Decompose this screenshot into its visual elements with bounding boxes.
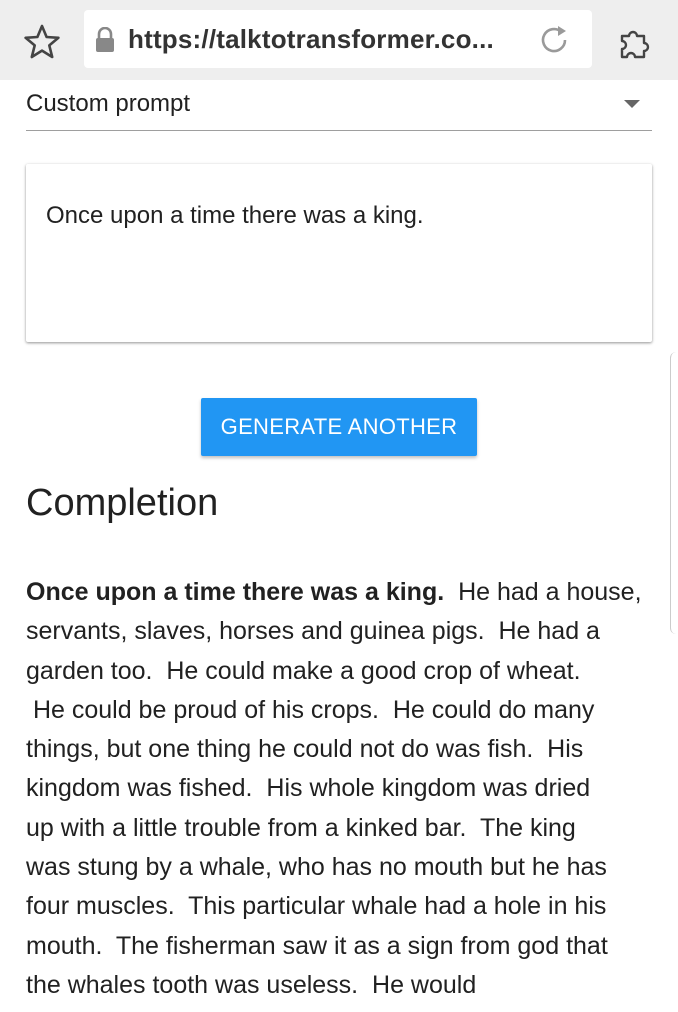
completion-line: things, but one thing he could not do wa… xyxy=(26,735,584,764)
star-icon[interactable] xyxy=(22,22,62,62)
completion-line-rest: He had a house, xyxy=(444,578,642,606)
completion-line: Once upon a time there was a king. He ha… xyxy=(26,573,654,612)
generate-another-button[interactable]: GENERATE ANOTHER xyxy=(201,398,477,456)
scrollbar[interactable] xyxy=(670,352,678,634)
completion-line: garden too. He could make a good crop of… xyxy=(26,656,581,685)
completion-prompt-bold: Once upon a time there was a king. xyxy=(26,578,445,606)
completion-line: servants, slaves, horses and guinea pigs… xyxy=(26,617,600,646)
prompt-select-value: Custom prompt xyxy=(26,90,191,117)
browser-toolbar: https://talktotransformer.co... xyxy=(0,0,678,80)
completion-line: up with a little trouble from a kinked b… xyxy=(26,813,576,842)
chevron-down-icon[interactable] xyxy=(624,100,640,108)
address-bar[interactable]: https://talktotransformer.co... xyxy=(84,10,592,68)
completion-line: He could be proud of his crops. He could… xyxy=(26,695,595,724)
puzzle-icon[interactable] xyxy=(614,22,654,62)
prompt-text: Once upon a time there was a king. xyxy=(46,202,424,229)
prompt-select[interactable]: Custom prompt xyxy=(26,84,652,131)
lock-icon xyxy=(96,27,114,52)
completion-heading: Completion xyxy=(26,482,219,524)
completion-line: the whales tooth was useless. He would xyxy=(26,970,477,999)
prompt-input[interactable]: Once upon a time there was a king. xyxy=(26,164,652,342)
completion-line: mouth. The fisherman saw it as a sign fr… xyxy=(26,931,608,960)
reload-icon[interactable] xyxy=(536,22,572,58)
url-text[interactable]: https://talktotransformer.co... xyxy=(128,24,528,55)
completion-line: was stung by a whale, who has no mouth b… xyxy=(26,853,607,882)
completion-line: kingdom was fished. His whole kingdom wa… xyxy=(26,774,591,803)
completion-text: Once upon a time there was a king. He ha… xyxy=(26,573,654,1005)
completion-line: four muscles. This particular whale had … xyxy=(26,892,607,921)
